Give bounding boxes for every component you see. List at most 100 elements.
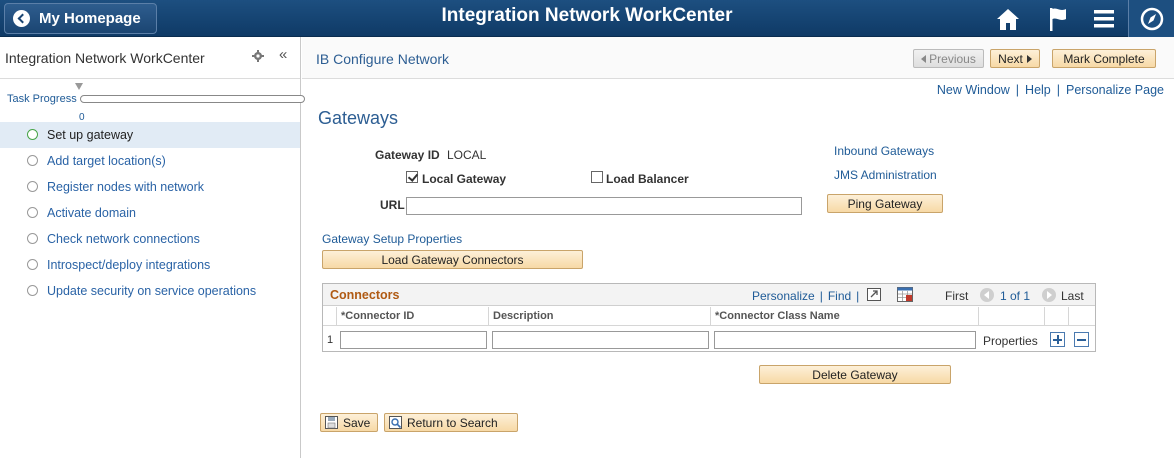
previous-button[interactable]: Previous	[913, 49, 984, 68]
grid-last-label[interactable]: Last	[1061, 289, 1084, 303]
task-item[interactable]: Check network connections	[0, 226, 300, 252]
ping-gateway-label: Ping Gateway	[847, 196, 923, 211]
home-icon[interactable]	[994, 5, 1022, 33]
url-input[interactable]	[406, 197, 802, 215]
next-arrow-icon	[1026, 54, 1032, 63]
jms-administration-link[interactable]: JMS Administration	[834, 168, 937, 182]
grid-header: Connectors Personalize | Find | First 1 of …	[323, 284, 1095, 306]
column-header-properties	[979, 307, 1045, 326]
url-label: URL	[380, 198, 405, 212]
grid-first-label[interactable]: First	[945, 289, 968, 303]
task-item[interactable]: Activate domain	[0, 200, 300, 226]
task-status-circle-icon	[27, 207, 38, 218]
task-status-circle-icon	[27, 233, 38, 244]
task-item[interactable]: Introspect/deploy integrations	[0, 252, 300, 278]
help-link[interactable]: Help	[1025, 83, 1051, 97]
connector-class-name-input[interactable]	[714, 331, 976, 349]
task-status-circle-icon	[27, 155, 38, 166]
download-excel-icon[interactable]	[897, 287, 913, 302]
collapse-panel-icon[interactable]: «	[279, 46, 287, 63]
delete-row-icon[interactable]	[1074, 332, 1089, 347]
ping-gateway-button[interactable]: Ping Gateway	[827, 194, 943, 213]
task-item[interactable]: Set up gateway	[0, 122, 300, 148]
task-item[interactable]: Register nodes with network	[0, 174, 300, 200]
left-panel: Integration Network WorkCenter « Task Pr…	[0, 37, 305, 458]
my-homepage-button[interactable]: My Homepage	[4, 3, 157, 34]
new-window-link[interactable]: New Window	[937, 83, 1010, 97]
return-to-search-button[interactable]: Return to Search	[384, 413, 518, 432]
mark-complete-button[interactable]: Mark Complete	[1052, 49, 1156, 68]
save-button[interactable]: Save	[320, 413, 378, 432]
flag-icon[interactable]	[1044, 5, 1072, 33]
navbar-compass-icon	[1140, 7, 1164, 31]
add-row-icon[interactable]	[1050, 332, 1065, 347]
gear-icon[interactable]	[252, 50, 264, 62]
back-chevron-icon	[13, 10, 30, 27]
grid-tools: Personalize | Find |	[752, 289, 864, 303]
task-status-circle-icon	[27, 181, 38, 192]
row-number: 1	[327, 334, 334, 346]
column-header-row-number	[323, 307, 337, 326]
column-header-description: Description	[489, 307, 711, 326]
task-label: Set up gateway	[47, 128, 134, 142]
delete-gateway-button[interactable]: Delete Gateway	[759, 365, 951, 384]
grid-tool-separator: |	[819, 289, 823, 303]
gateway-setup-properties-link[interactable]: Gateway Setup Properties	[322, 232, 462, 246]
page-links: New Window | Help | Personalize Page	[937, 83, 1164, 97]
task-status-circle-icon	[27, 129, 38, 140]
next-button[interactable]: Next	[990, 49, 1040, 68]
column-header-delete	[1069, 307, 1095, 326]
top-banner: My Homepage Integration Network WorkCent…	[0, 0, 1174, 37]
task-progress: Task Progress 0	[0, 83, 305, 123]
inbound-gateways-link[interactable]: Inbound Gateways	[834, 144, 934, 158]
local-gateway-checkbox[interactable]	[406, 171, 418, 183]
task-label: Introspect/deploy integrations	[47, 258, 211, 272]
load-balancer-checkbox[interactable]	[591, 171, 603, 183]
task-item[interactable]: Update security on service operations	[0, 278, 300, 304]
properties-link[interactable]: Properties	[983, 334, 1038, 348]
task-label: Register nodes with network	[47, 180, 205, 194]
load-balancer-label: Load Balancer	[606, 172, 689, 186]
personalize-page-link[interactable]: Personalize Page	[1066, 83, 1164, 97]
previous-arrow-icon	[921, 54, 927, 63]
mark-complete-label: Mark Complete	[1063, 51, 1145, 66]
grid-title: Connectors	[330, 288, 400, 302]
task-status-circle-icon	[27, 259, 38, 270]
menu-icon[interactable]	[1090, 5, 1118, 33]
left-panel-title: Integration Network WorkCenter	[5, 50, 205, 66]
save-disk-icon	[325, 416, 338, 429]
task-progress-label: Task Progress	[7, 93, 77, 105]
task-label: Check network connections	[47, 232, 200, 246]
return-search-icon	[389, 416, 402, 429]
my-homepage-label: My Homepage	[39, 10, 141, 27]
gateway-id-label: Gateway ID	[375, 148, 440, 162]
column-header-add	[1045, 307, 1069, 326]
progress-marker-icon	[75, 83, 83, 90]
link-separator: |	[1056, 83, 1061, 97]
load-gateway-connectors-button[interactable]: Load Gateway Connectors	[322, 250, 583, 269]
grid-previous-row-icon[interactable]	[980, 288, 994, 302]
task-label: Update security on service operations	[47, 284, 257, 298]
delete-gateway-label: Delete Gateway	[812, 367, 898, 382]
grid-next-row-icon[interactable]	[1042, 288, 1056, 302]
view-all-zoom-icon[interactable]	[867, 288, 881, 301]
task-item[interactable]: Add target location(s)	[0, 148, 300, 174]
connectors-grid: Connectors Personalize | Find | First 1 of …	[322, 283, 1096, 352]
column-header-connector-class-name: *Connector Class Name	[711, 307, 979, 326]
task-status-circle-icon	[27, 285, 38, 296]
main-content: IB Configure Network Previous Next Mark …	[302, 37, 1174, 458]
grid-personalize-link[interactable]: Personalize	[752, 289, 815, 303]
return-to-search-label: Return to Search	[407, 415, 498, 430]
task-label: Add target location(s)	[47, 154, 166, 168]
local-gateway-label: Local Gateway	[422, 172, 507, 186]
load-gateway-connectors-label: Load Gateway Connectors	[381, 252, 524, 267]
navbar-button[interactable]	[1128, 0, 1174, 37]
connector-id-input[interactable]	[340, 331, 487, 349]
description-input[interactable]	[492, 331, 709, 349]
grid-find-link[interactable]: Find	[828, 289, 851, 303]
content-header: IB Configure Network Previous Next Mark …	[302, 37, 1174, 79]
grid-tool-separator: |	[856, 289, 860, 303]
progress-bar	[80, 95, 305, 103]
save-label: Save	[343, 415, 371, 430]
previous-label: Previous	[929, 51, 976, 66]
